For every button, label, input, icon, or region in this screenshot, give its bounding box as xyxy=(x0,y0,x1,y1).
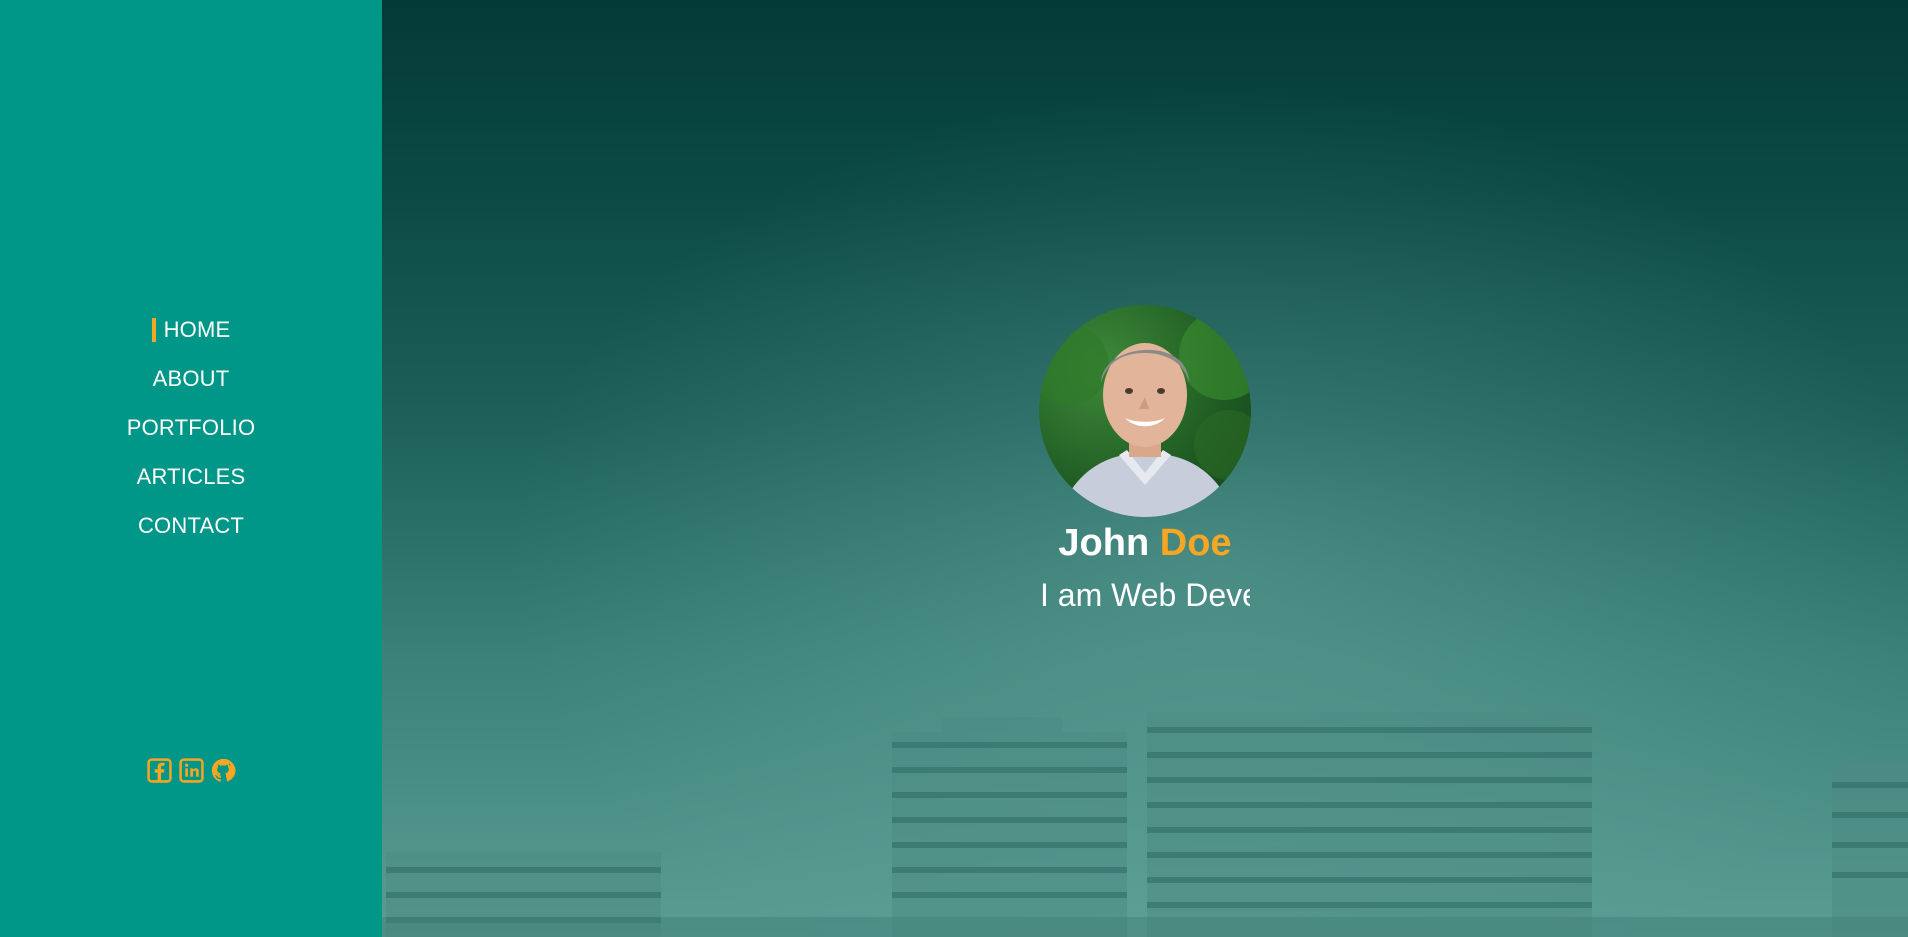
profile-intro: John Doe I am Web Developer xyxy=(382,305,1908,617)
nav-item-articles: ARTICLES xyxy=(0,452,382,501)
page: HOME ABOUT PORTFOLIO ARTICLES CONTACT Jo… xyxy=(0,0,1908,937)
nav-item-about: ABOUT xyxy=(0,354,382,403)
avatar xyxy=(1039,305,1251,517)
nav-link-about[interactable]: ABOUT xyxy=(153,366,230,392)
nav-link-contact[interactable]: CONTACT xyxy=(138,513,244,539)
nav-item-contact: CONTACT xyxy=(0,501,382,550)
profile-name: John Doe xyxy=(1058,519,1231,567)
city-background-image xyxy=(382,712,1908,937)
hero-section: John Doe I am Web Developer xyxy=(382,0,1908,937)
profile-photo xyxy=(1039,310,1251,517)
social-links xyxy=(0,758,382,783)
sidebar: HOME ABOUT PORTFOLIO ARTICLES CONTACT xyxy=(0,0,382,937)
nav-link-portfolio[interactable]: PORTFOLIO xyxy=(127,415,256,441)
linkedin-icon[interactable] xyxy=(178,758,204,783)
main-nav: HOME ABOUT PORTFOLIO ARTICLES CONTACT xyxy=(0,305,382,550)
nav-link-articles[interactable]: ARTICLES xyxy=(137,464,246,490)
nav-item-portfolio: PORTFOLIO xyxy=(0,403,382,452)
github-icon[interactable] xyxy=(211,758,236,783)
facebook-icon[interactable] xyxy=(146,758,172,783)
last-name: Doe xyxy=(1159,522,1232,564)
nav-link-home[interactable]: HOME xyxy=(152,317,231,343)
typed-tagline: I am Web Developer xyxy=(1040,577,1250,613)
first-name: John xyxy=(1058,522,1150,564)
nav-item-home: HOME xyxy=(0,305,382,354)
